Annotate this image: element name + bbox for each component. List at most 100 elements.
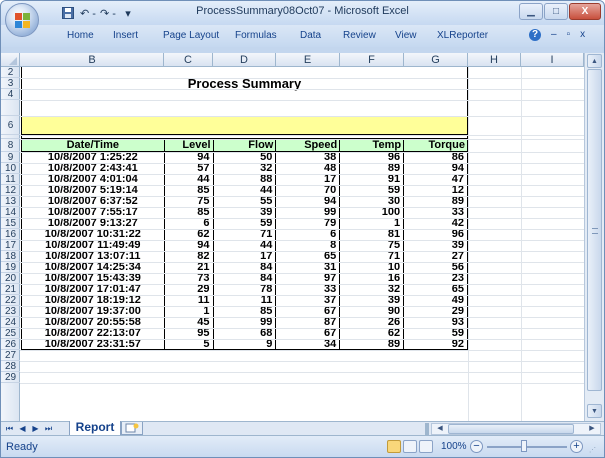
cell-value[interactable]: 91 <box>339 173 405 185</box>
cell-value[interactable]: 99 <box>275 206 341 218</box>
row-header[interactable]: 27 <box>1 350 20 361</box>
column-header-b[interactable]: B <box>21 53 164 67</box>
cell-value[interactable]: 39 <box>339 294 405 306</box>
cell-value[interactable]: 65 <box>403 283 468 295</box>
cell-value[interactable]: 50 <box>212 151 277 163</box>
cell-datetime[interactable]: 10/8/2007 4:01:04 <box>21 173 165 185</box>
cell-value[interactable]: 65 <box>275 250 341 262</box>
cell-value[interactable]: 95 <box>163 327 214 339</box>
cell-value[interactable]: 97 <box>275 272 341 284</box>
scroll-right-icon[interactable]: ▶ <box>585 424 599 434</box>
row-header[interactable]: 14 <box>1 207 20 218</box>
row-header[interactable]: 22 <box>1 295 20 306</box>
cell-value[interactable]: 29 <box>163 283 214 295</box>
zoom-slider-track[interactable] <box>487 446 567 448</box>
cell-value[interactable]: 70 <box>275 184 341 196</box>
select-all-corner[interactable] <box>1 53 20 67</box>
row-header[interactable]: 4 <box>1 89 20 100</box>
cell-value[interactable]: 56 <box>403 261 468 273</box>
cell-value[interactable]: 94 <box>403 162 468 174</box>
cell-value[interactable]: 59 <box>339 184 405 196</box>
cell-value[interactable]: 96 <box>403 228 468 240</box>
cell-value[interactable]: 89 <box>403 195 468 207</box>
header-speed[interactable]: Speed <box>275 138 341 152</box>
cell-value[interactable]: 23 <box>403 272 468 284</box>
cell-value[interactable]: 47 <box>403 173 468 185</box>
cell-value[interactable]: 45 <box>163 316 214 328</box>
cell-value[interactable]: 38 <box>275 151 341 163</box>
zoom-level[interactable]: 100% <box>441 441 467 452</box>
cell-value[interactable]: 68 <box>212 327 277 339</box>
cell-datetime[interactable]: 10/8/2007 23:31:57 <box>21 338 165 350</box>
ribbon-minimize-button[interactable]: – <box>551 29 557 43</box>
cell-value[interactable]: 1 <box>339 217 405 229</box>
row-header[interactable]: 24 <box>1 317 20 328</box>
cell-value[interactable]: 89 <box>339 162 405 174</box>
first-sheet-icon[interactable]: ⏮ <box>4 423 15 434</box>
horizontal-scrollbar[interactable]: ◀ ▶ <box>431 423 601 435</box>
cell-value[interactable]: 11 <box>212 294 277 306</box>
cell-value[interactable]: 71 <box>339 250 405 262</box>
cell-datetime[interactable]: 10/8/2007 15:43:39 <box>21 272 165 284</box>
cell-value[interactable]: 62 <box>163 228 214 240</box>
page-break-view-button[interactable] <box>419 440 433 453</box>
cell-value[interactable]: 31 <box>275 261 341 273</box>
cell-value[interactable]: 100 <box>339 206 405 218</box>
cell-value[interactable]: 94 <box>275 195 341 207</box>
cell-value[interactable]: 33 <box>403 206 468 218</box>
cell-datetime[interactable]: 10/8/2007 7:55:17 <box>21 206 165 218</box>
cell-value[interactable]: 17 <box>275 173 341 185</box>
row-header[interactable]: 21 <box>1 284 20 295</box>
column-header-c[interactable]: C <box>164 53 213 67</box>
cell-value[interactable]: 62 <box>339 327 405 339</box>
row-header[interactable]: 20 <box>1 273 20 284</box>
cell-datetime[interactable]: 10/8/2007 20:55:58 <box>21 316 165 328</box>
cell-value[interactable]: 12 <box>403 184 468 196</box>
cell-value[interactable]: 55 <box>212 195 277 207</box>
row-header[interactable]: 13 <box>1 196 20 207</box>
cell-value[interactable]: 71 <box>212 228 277 240</box>
cell-value[interactable]: 81 <box>339 228 405 240</box>
cell-datetime[interactable]: 10/8/2007 14:25:34 <box>21 261 165 273</box>
last-sheet-icon[interactable]: ⏭ <box>43 423 54 434</box>
tab-page-layout[interactable]: Page Layout <box>163 30 219 41</box>
cell-value[interactable]: 5 <box>163 338 214 350</box>
vertical-scroll-thumb[interactable] <box>587 69 602 391</box>
column-header-i[interactable]: I <box>521 53 584 67</box>
cell-value[interactable]: 44 <box>212 184 277 196</box>
cell-value[interactable]: 57 <box>163 162 214 174</box>
tab-view[interactable]: View <box>395 30 417 41</box>
zoom-out-button[interactable]: − <box>470 440 483 453</box>
cell-value[interactable]: 37 <box>275 294 341 306</box>
column-header-h[interactable]: H <box>468 53 521 67</box>
cell-datetime[interactable]: 10/8/2007 18:19:12 <box>21 294 165 306</box>
row-header[interactable]: 15 <box>1 218 20 229</box>
tab-data[interactable]: Data <box>300 30 321 41</box>
insert-sheet-button[interactable] <box>121 422 143 435</box>
help-icon[interactable]: ? <box>529 29 541 41</box>
tab-insert[interactable]: Insert <box>113 30 138 41</box>
row-header[interactable] <box>1 100 20 116</box>
cell-value[interactable]: 42 <box>403 217 468 229</box>
cell-value[interactable]: 78 <box>212 283 277 295</box>
tab-formulas[interactable]: Formulas <box>235 30 277 41</box>
tab-xlreporter[interactable]: XLReporter <box>437 30 488 41</box>
resize-grip-icon[interactable]: ⋰ <box>589 446 599 456</box>
cell-value[interactable]: 93 <box>403 316 468 328</box>
maximize-button[interactable]: □ <box>544 3 568 20</box>
cell-value[interactable]: 39 <box>212 206 277 218</box>
minimize-button[interactable]: ▁ <box>519 3 543 20</box>
scroll-left-icon[interactable]: ◀ <box>433 424 447 434</box>
cell-datetime[interactable]: 10/8/2007 5:19:14 <box>21 184 165 196</box>
row-header[interactable]: 8 <box>1 139 20 152</box>
zoom-slider-thumb[interactable] <box>521 440 527 452</box>
row-header[interactable]: 12 <box>1 185 20 196</box>
cell-value[interactable]: 39 <box>403 239 468 251</box>
cell-value[interactable]: 27 <box>403 250 468 262</box>
cell-value[interactable]: 67 <box>275 327 341 339</box>
row-header[interactable]: 23 <box>1 306 20 317</box>
cell-datetime[interactable]: 10/8/2007 10:31:22 <box>21 228 165 240</box>
scroll-down-icon[interactable]: ▼ <box>587 404 602 418</box>
cell-value[interactable]: 34 <box>275 338 341 350</box>
cell-datetime[interactable]: 10/8/2007 22:13:07 <box>21 327 165 339</box>
